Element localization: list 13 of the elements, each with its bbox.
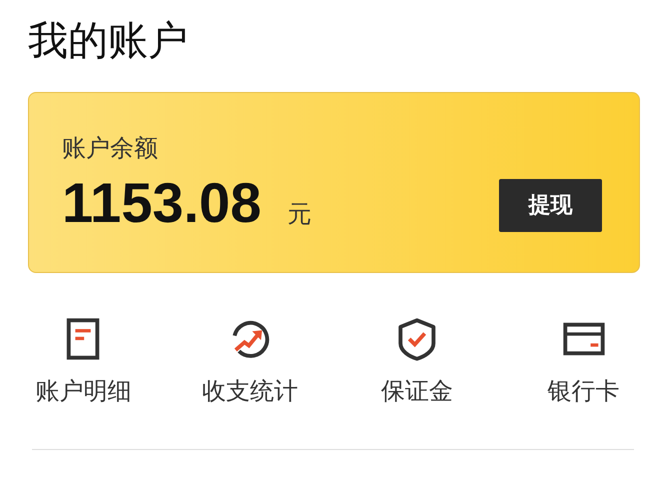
shortcut-label: 收支统计 bbox=[202, 376, 298, 407]
shortcut-item[interactable]: 账户明细 bbox=[0, 317, 167, 407]
withdraw-button[interactable]: 提现 bbox=[499, 178, 602, 232]
shortcut-label: 银行卡 bbox=[548, 376, 620, 407]
currency-unit: 元 bbox=[287, 199, 312, 230]
balance-label: 账户余额 bbox=[62, 133, 159, 164]
balance-amount: 1153.08 bbox=[62, 171, 262, 235]
shortcut-label: 保证金 bbox=[380, 376, 453, 407]
page-title: 我的账户 bbox=[28, 17, 189, 66]
shortcut-label: 账户明细 bbox=[35, 376, 132, 407]
shortcut-item[interactable]: 收支统计 bbox=[166, 317, 334, 407]
shortcut-item[interactable]: 银行卡 bbox=[500, 317, 667, 407]
shortcut-item[interactable]: 保证金 bbox=[334, 317, 500, 407]
